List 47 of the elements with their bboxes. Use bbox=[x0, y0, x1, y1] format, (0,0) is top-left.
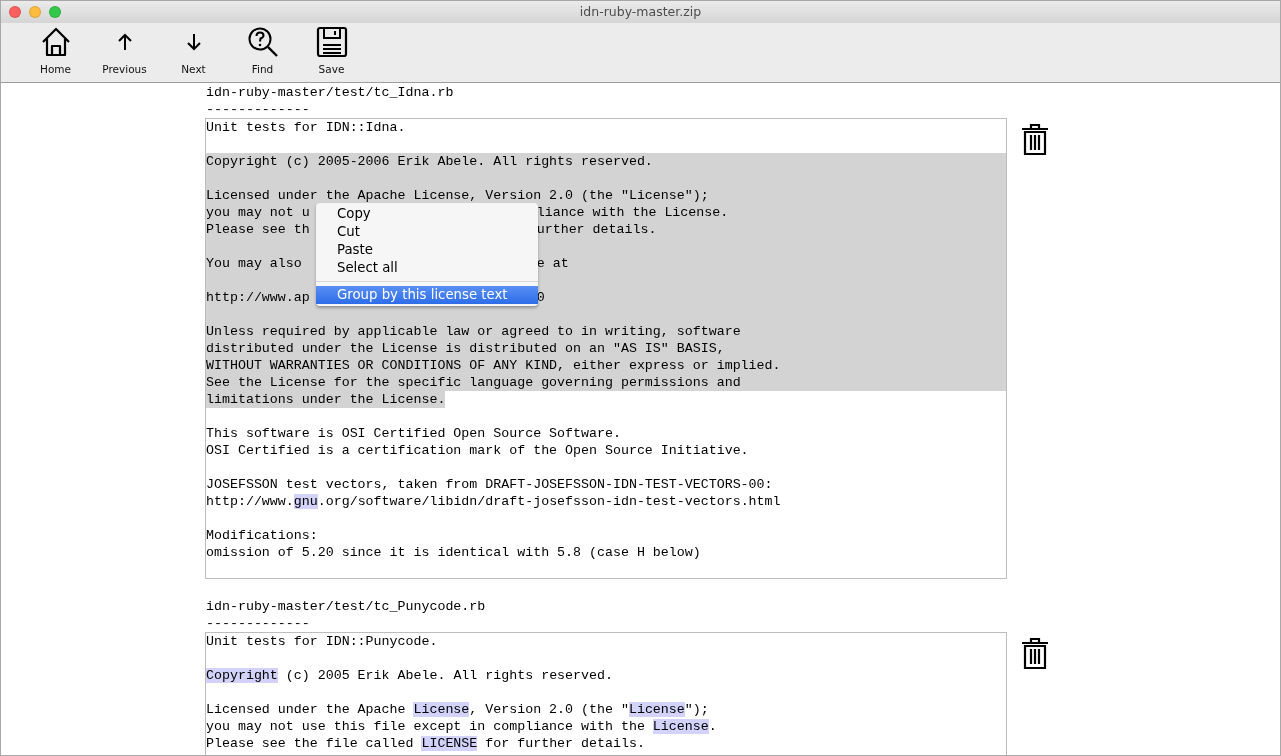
dashed-underline: ------------- bbox=[205, 101, 311, 118]
text-line: urther details. bbox=[536, 221, 657, 238]
text-line: http://www.ap bbox=[206, 289, 310, 306]
window-title: idn-ruby-master.zip bbox=[579, 2, 702, 21]
text-line: http://www.gnu.org/software/libidn/draft-josefsson-idn-test-vectors.html bbox=[206, 493, 781, 510]
text-area[interactable] bbox=[205, 632, 1007, 755]
text-line: 0 bbox=[536, 289, 545, 306]
text-line: Unless required by applicable law or agreed to in writing, software bbox=[206, 323, 741, 340]
text-line: Licensed under the Apache License, Version 2.0 (the "License"); bbox=[206, 701, 709, 718]
toolbar-button[interactable]: Home bbox=[21, 23, 90, 82]
text-line: you may not u bbox=[206, 204, 310, 221]
toolbar-button[interactable]: Next bbox=[159, 23, 228, 82]
text-line: OSI Certified is a certification mark of the Open Source Initiative. bbox=[206, 442, 749, 459]
menu-item[interactable]: Group by this license text bbox=[315, 286, 538, 304]
text-line: distributed under the License is distributed on an "AS IS" BASIS, bbox=[206, 340, 725, 357]
text-line: Please see the file called LICENSE for further details. bbox=[206, 735, 645, 752]
trash-icon[interactable] bbox=[1021, 637, 1049, 669]
text-line: e at bbox=[536, 255, 569, 272]
toolbar-button[interactable]: Find bbox=[228, 23, 297, 82]
menu-item[interactable]: Cut bbox=[315, 223, 538, 241]
menu-item[interactable]: Copy bbox=[315, 205, 538, 223]
menu-item[interactable]: Paste bbox=[315, 241, 538, 259]
toolbar-button[interactable]: Save bbox=[297, 23, 366, 82]
text-line: omission of 5.20 since it is identical with 5.8 (case H below) bbox=[206, 544, 701, 561]
text-line: liance with the License. bbox=[536, 204, 729, 221]
text-line: you may not use this file except in compliance with the License. bbox=[206, 718, 717, 735]
text-area[interactable] bbox=[205, 118, 1007, 579]
text-line: Unit tests for IDN::Punycode. bbox=[206, 633, 438, 650]
menu-item[interactable]: Select all bbox=[315, 259, 538, 277]
text-line: Modifications: bbox=[206, 527, 318, 544]
text-line: This software is OSI Certified Open Source Software. bbox=[206, 425, 621, 442]
dashed-underline: ------------- bbox=[205, 615, 311, 632]
text-line: Copyright (c) 2005 Erik Abele. All rights reserved. bbox=[206, 667, 613, 684]
trash-icon[interactable] bbox=[1021, 123, 1049, 155]
close-button[interactable] bbox=[9, 6, 21, 18]
text-line: JOSEFSSON test vectors, taken from DRAFT-JOSEFSSON-IDN-TEST-VECTORS-00: bbox=[206, 476, 773, 493]
toolbar-button[interactable]: Previous bbox=[90, 23, 159, 82]
text-line: Unit tests for IDN::Idna. bbox=[206, 119, 406, 136]
text-line: Copyright (c) 2005-2006 Erik Abele. All rights reserved. bbox=[206, 153, 653, 170]
text-line: Please see th bbox=[206, 221, 310, 238]
text-line: WITHOUT WARRANTIES OR CONDITIONS OF ANY KIND, either express or implied. bbox=[206, 357, 781, 374]
text-line: Licensed under the Apache License, Version 2.0 (the "License"); bbox=[206, 187, 709, 204]
text-line: See the License for the specific language governing permissions and bbox=[206, 374, 741, 391]
file-path: idn-ruby-master/test/tc_Idna.rb bbox=[205, 84, 455, 101]
text-line: You may also bbox=[206, 255, 303, 272]
search-icon bbox=[246, 26, 279, 59]
file-path: idn-ruby-master/test/tc_Punycode.rb bbox=[205, 598, 487, 615]
